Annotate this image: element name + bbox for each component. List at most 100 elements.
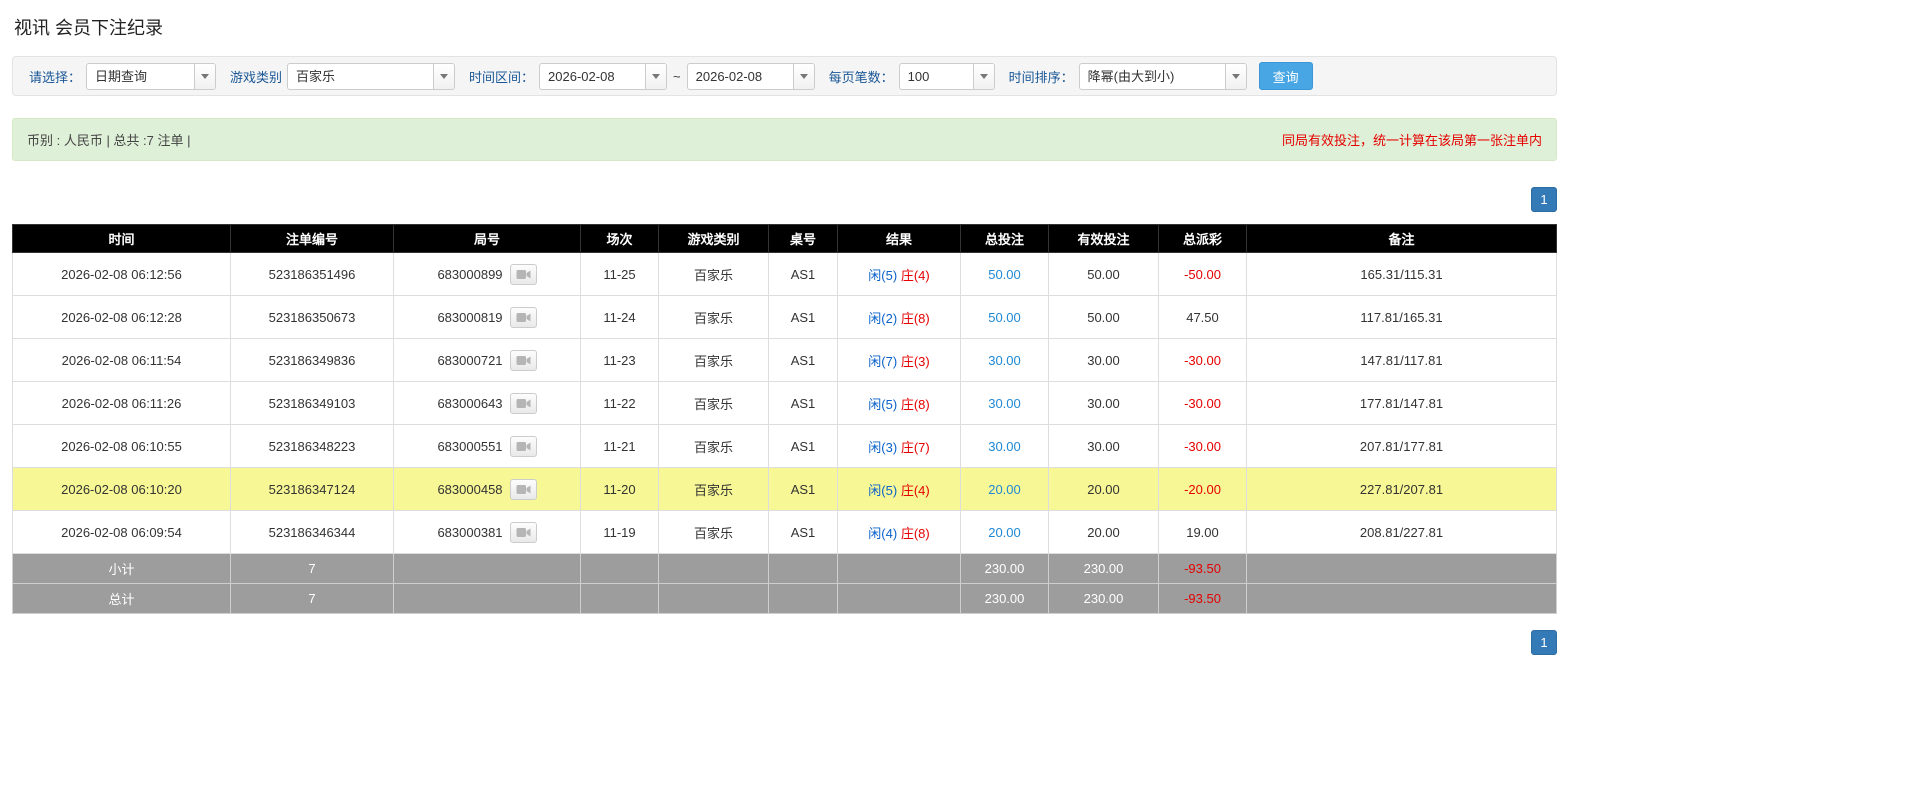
total-bet-link[interactable]: 20.00: [988, 525, 1021, 540]
cell-game-type: 百家乐: [659, 253, 769, 296]
sort-select[interactable]: 降幂(由大到小): [1079, 63, 1247, 90]
cell-note: 227.81/207.81: [1247, 468, 1557, 511]
cell-game-type: 百家乐: [659, 511, 769, 554]
cell-total-bet: 20.00: [961, 468, 1049, 511]
game-type-select[interactable]: 百家乐: [287, 63, 455, 90]
query-type-select[interactable]: 日期查询: [86, 63, 216, 90]
cell-payout: 47.50: [1159, 296, 1247, 339]
date-from-select[interactable]: 2026-02-08: [539, 63, 667, 90]
date-from-value: 2026-02-08: [540, 64, 623, 89]
cell-valid-bet: 50.00: [1049, 296, 1159, 339]
date-range-label: 时间区间：: [469, 67, 534, 86]
cell-round: 683000458: [394, 468, 581, 511]
select-label: 请选择：: [29, 67, 81, 86]
header-note: 备注: [1247, 225, 1557, 253]
cell-total-bet: 50.00: [961, 253, 1049, 296]
pagination-top: 1: [12, 187, 1557, 212]
cell-time: 2026-02-08 06:10:55: [13, 425, 231, 468]
cell-total-bet: 30.00: [961, 339, 1049, 382]
summary-currency-count: 币别 : 人民币 | 总共 :7 注单 |: [27, 130, 191, 149]
total-bet-link[interactable]: 50.00: [988, 267, 1021, 282]
cell-session: 11-20: [581, 468, 659, 511]
video-icon[interactable]: [510, 307, 537, 328]
chevron-down-icon[interactable]: [793, 64, 814, 89]
cell-valid-bet: 50.00: [1049, 253, 1159, 296]
chevron-down-icon[interactable]: [645, 64, 666, 89]
header-total-bet: 总投注: [961, 225, 1049, 253]
date-to-select[interactable]: 2026-02-08: [687, 63, 815, 90]
total-bet-link[interactable]: 50.00: [988, 310, 1021, 325]
cell-bet-id: 523186350673: [231, 296, 394, 339]
result-banker: 庄(7): [901, 440, 930, 455]
page-size-label: 每页笔数：: [829, 67, 894, 86]
subtotal-label: 小计: [13, 554, 231, 584]
chevron-down-icon[interactable]: [1225, 64, 1246, 89]
subtotal-valid-bet: 230.00: [1049, 554, 1159, 584]
result-player: 闲(7): [868, 354, 897, 369]
video-icon[interactable]: [510, 393, 537, 414]
cell-result: 闲(3) 庄(7): [838, 425, 961, 468]
filter-bar: 请选择： 日期查询 游戏类别 百家乐 时间区间： 2026-02-08 ~ 20…: [12, 56, 1557, 96]
cell-total-bet: 20.00: [961, 511, 1049, 554]
cell-time: 2026-02-08 06:11:26: [13, 382, 231, 425]
page-size-select[interactable]: 100: [899, 63, 995, 90]
page-size-value: 100: [900, 64, 938, 89]
video-icon[interactable]: [510, 436, 537, 457]
search-button[interactable]: 查询: [1259, 62, 1313, 90]
table-row: 2026-02-08 06:11:26523186349103683000643…: [13, 382, 1557, 425]
total-bet-link[interactable]: 20.00: [988, 482, 1021, 497]
sort-value: 降幂(由大到小): [1080, 64, 1183, 89]
chevron-down-icon[interactable]: [194, 64, 215, 89]
header-result: 结果: [838, 225, 961, 253]
cell-result: 闲(7) 庄(3): [838, 339, 961, 382]
cell-valid-bet: 30.00: [1049, 425, 1159, 468]
total-valid-bet: 230.00: [1049, 584, 1159, 614]
result-banker: 庄(3): [901, 354, 930, 369]
cell-time: 2026-02-08 06:12:28: [13, 296, 231, 339]
cell-valid-bet: 20.00: [1049, 511, 1159, 554]
result-banker: 庄(4): [901, 268, 930, 283]
total-payout: -93.50: [1159, 584, 1247, 614]
cell-game-type: 百家乐: [659, 339, 769, 382]
page-button[interactable]: 1: [1531, 187, 1557, 212]
cell-valid-bet: 20.00: [1049, 468, 1159, 511]
chevron-down-icon[interactable]: [433, 64, 454, 89]
cell-total-bet: 50.00: [961, 296, 1049, 339]
video-icon[interactable]: [510, 479, 537, 500]
video-icon[interactable]: [510, 522, 537, 543]
cell-total-bet: 30.00: [961, 425, 1049, 468]
records-table: 时间 注单编号 局号 场次 游戏类别 桌号 结果 总投注 有效投注 总派彩 备注…: [12, 224, 1557, 614]
header-game-type: 游戏类别: [659, 225, 769, 253]
summary-notice: 同局有效投注，统一计算在该局第一张注单内: [1282, 130, 1542, 149]
header-session: 场次: [581, 225, 659, 253]
result-banker: 庄(8): [901, 397, 930, 412]
total-bet-link[interactable]: 30.00: [988, 439, 1021, 454]
cell-round: 683000643: [394, 382, 581, 425]
cell-valid-bet: 30.00: [1049, 382, 1159, 425]
result-player: 闲(5): [868, 483, 897, 498]
total-bet-link[interactable]: 30.00: [988, 396, 1021, 411]
cell-session: 11-25: [581, 253, 659, 296]
video-icon[interactable]: [510, 264, 537, 285]
result-player: 闲(5): [868, 397, 897, 412]
table-footer: 小计 7 230.00 230.00 -93.50 总计 7: [13, 554, 1557, 614]
table-row: 2026-02-08 06:10:20523186347124683000458…: [13, 468, 1557, 511]
total-total-bet: 230.00: [961, 584, 1049, 614]
page-title: 视讯 会员下注纪录: [14, 14, 1557, 40]
cell-bet-id: 523186349836: [231, 339, 394, 382]
header-table-no: 桌号: [769, 225, 838, 253]
result-player: 闲(3): [868, 440, 897, 455]
total-bet-link[interactable]: 30.00: [988, 353, 1021, 368]
chevron-down-icon[interactable]: [973, 64, 994, 89]
cell-table-no: AS1: [769, 425, 838, 468]
cell-note: 147.81/117.81: [1247, 339, 1557, 382]
date-to-value: 2026-02-08: [688, 64, 771, 89]
cell-payout: -30.00: [1159, 382, 1247, 425]
cell-payout: -30.00: [1159, 425, 1247, 468]
result-banker: 庄(8): [901, 526, 930, 541]
video-icon[interactable]: [510, 350, 537, 371]
page-button[interactable]: 1: [1531, 630, 1557, 655]
cell-time: 2026-02-08 06:11:54: [13, 339, 231, 382]
cell-total-bet: 30.00: [961, 382, 1049, 425]
cell-payout: -50.00: [1159, 253, 1247, 296]
